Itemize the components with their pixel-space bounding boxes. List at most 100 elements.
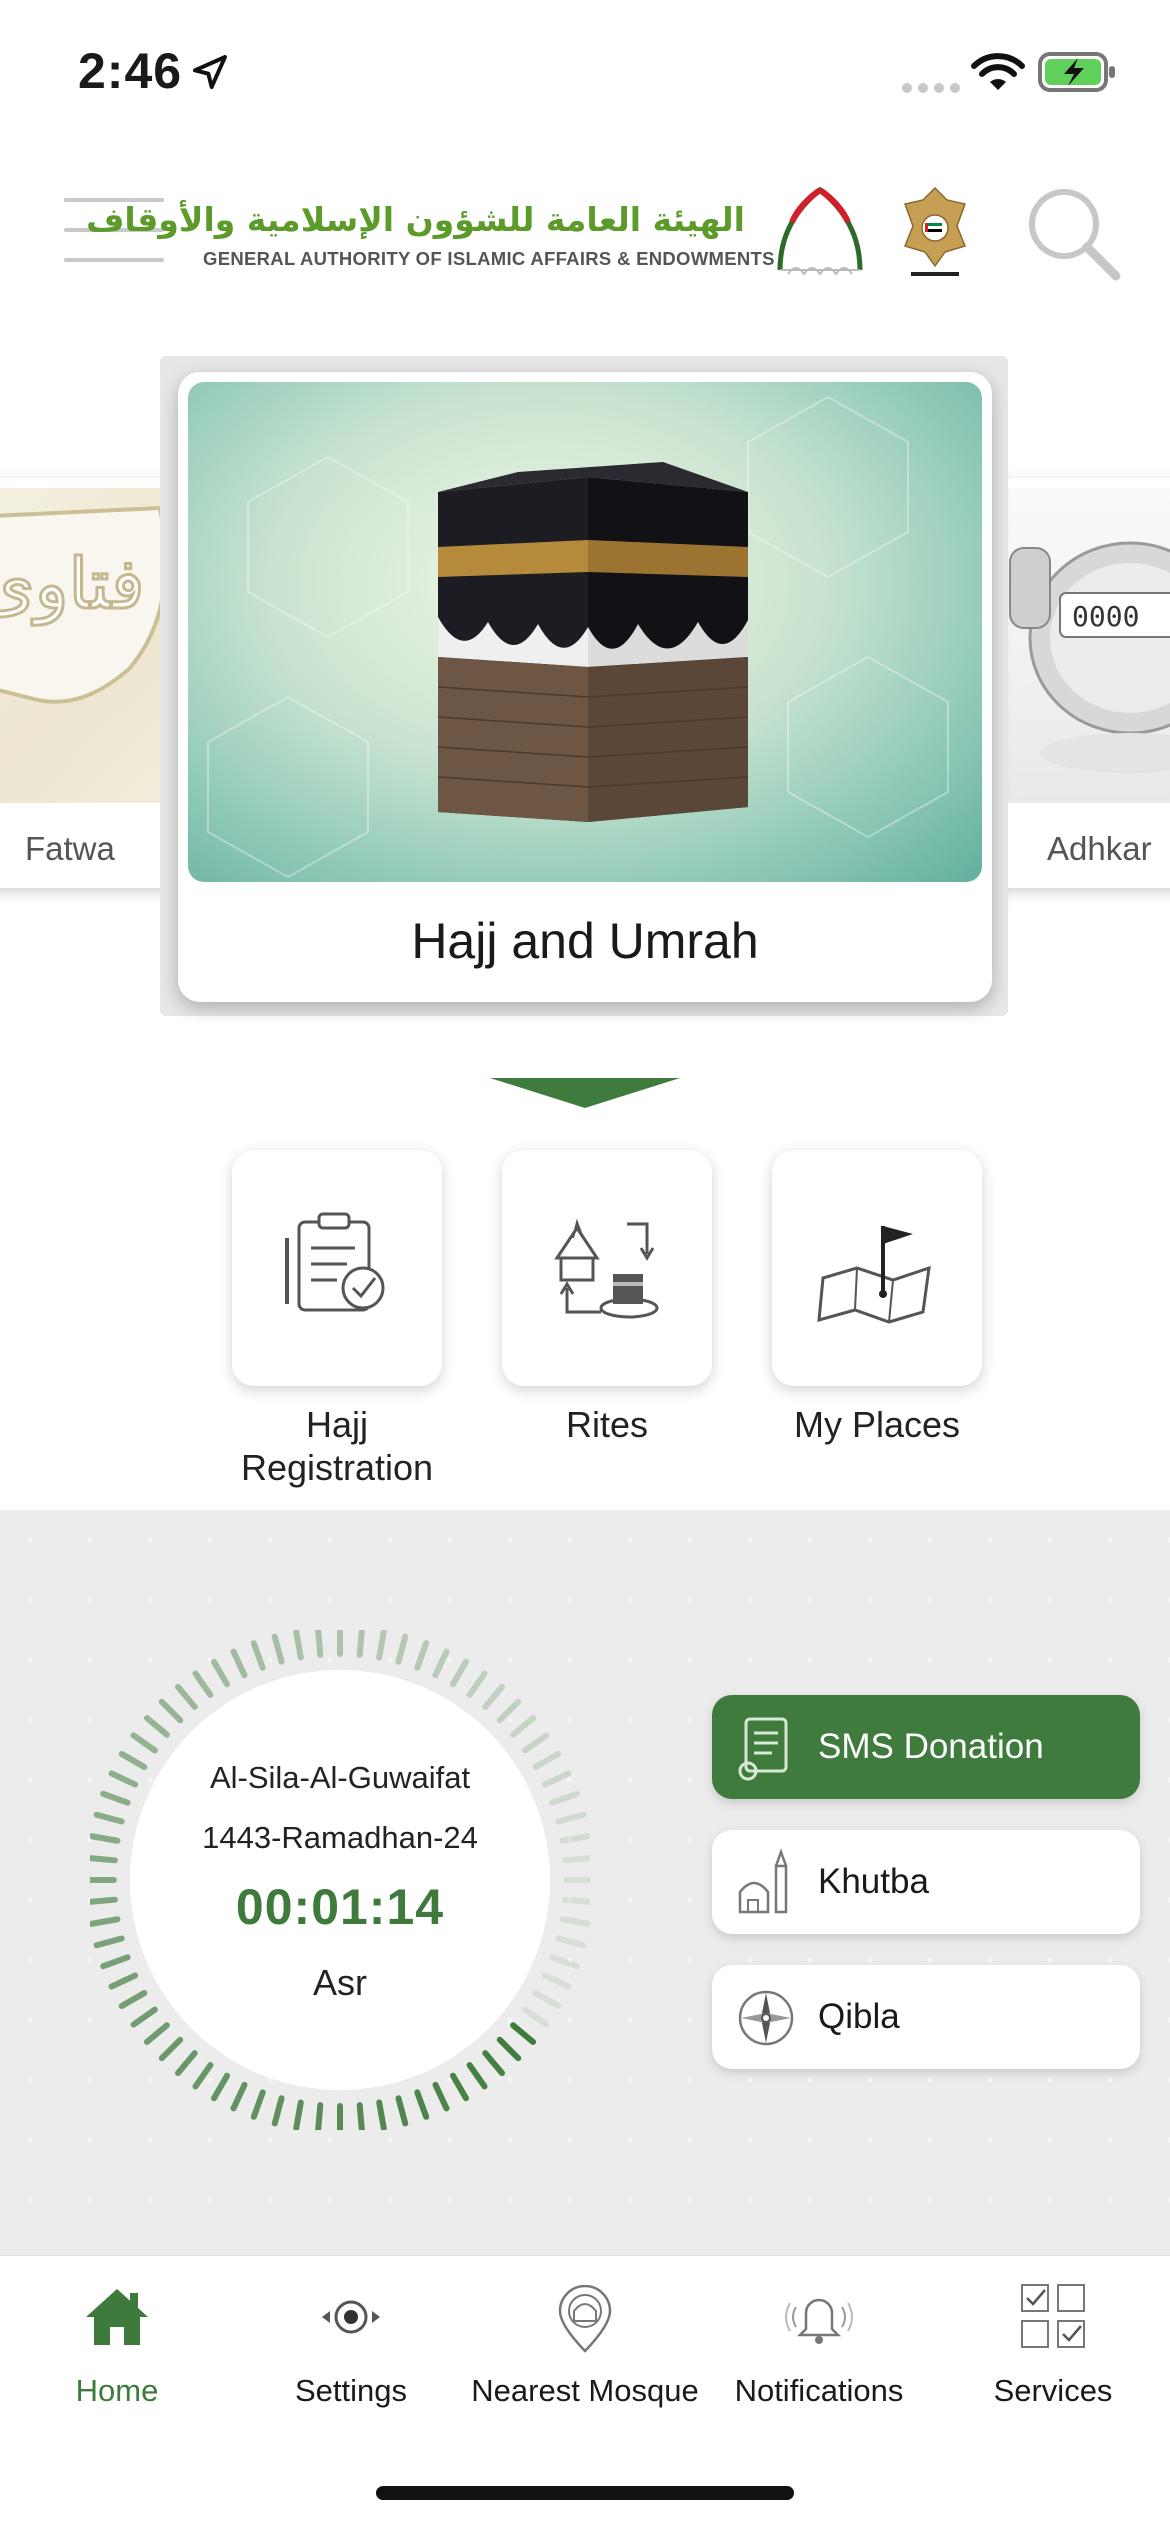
dial-tick [90, 1855, 118, 1864]
dial-tick [271, 1633, 285, 1665]
tab-notifications-label: Notifications [734, 2373, 904, 2408]
map-flag-icon [817, 1226, 931, 1324]
tab-home-label: Home [75, 2373, 159, 2408]
rites-tile[interactable] [502, 1150, 712, 1386]
dial-tick [562, 1896, 590, 1905]
dial-tick [230, 2081, 248, 2112]
dial-tick [100, 1954, 131, 1970]
dial-tick [230, 1648, 248, 1679]
rites-label: Rites [565, 1404, 649, 1445]
dial-tick [395, 1633, 409, 1665]
cellular-signal-icon [902, 80, 966, 98]
dial-tick [466, 2062, 488, 2090]
wifi-icon [971, 53, 1025, 90]
prayer-location: Al-Sila-Al-Guwaifat [209, 1760, 471, 1795]
dial-tick [211, 2072, 230, 2102]
hajj-registration-tile[interactable] [232, 1150, 442, 1386]
dial-tick [549, 1790, 580, 1806]
tab-services[interactable]: Services [936, 2255, 1170, 2425]
status-time: 2:46 [78, 43, 183, 99]
dial-tick [395, 2095, 409, 2127]
compass-icon [738, 1990, 794, 2046]
dial-tick [414, 2089, 430, 2120]
dial-tick [522, 2006, 550, 2028]
dial-tick [130, 1732, 158, 1754]
sms-donation-button[interactable]: SMS Donation [712, 1695, 1140, 1799]
fatwa-image-text: فتاوى [0, 543, 145, 626]
dial-tick [192, 1670, 214, 1698]
clipboard-check-icon [285, 1212, 385, 1312]
khutba-label: Khutba [818, 1862, 929, 1901]
dial-tick [93, 1935, 125, 1949]
tab-settings-label: Settings [294, 2373, 407, 2408]
kaaba-icon [207, 395, 949, 879]
dial-tick [250, 1640, 266, 1671]
dial-tick [315, 2102, 324, 2130]
checklist-grid-icon [1021, 2284, 1085, 2348]
qibla-button[interactable]: Qibla [712, 1965, 1140, 2069]
dial-tick [158, 1698, 184, 1724]
dial-tick [555, 1935, 587, 1949]
search-icon[interactable] [1024, 184, 1124, 284]
dial-tick [158, 2036, 184, 2062]
carousel-card-adhkar[interactable]: 0000 Adhkar [980, 478, 1170, 888]
dial-tick [555, 1811, 587, 1825]
logo-arabic-text: الهيئة العامة للشؤون الإسلامية والأوقاف [86, 200, 745, 239]
dial-tick [482, 1683, 505, 1710]
dial-tick [271, 2095, 285, 2127]
kaaba-image [188, 382, 982, 882]
tab-nearest-mosque-label: Nearest Mosque [471, 2373, 699, 2408]
dial-tick [549, 1954, 580, 1970]
authority-dome-logo-icon [777, 186, 863, 276]
dial-tick [143, 2022, 170, 2045]
prayer-name: Asr [313, 1962, 367, 2003]
sms-donation-icon [738, 1717, 788, 1781]
hajj-registration-label: Hajj Registration [187, 1403, 487, 1489]
uae-emblem-icon [903, 186, 967, 276]
rites-tent-kaaba-icon [554, 1218, 659, 1319]
dial-tick [175, 1683, 198, 1710]
dial-tick [510, 1715, 537, 1738]
dial-tick [510, 2022, 537, 2045]
dial-tick [293, 1630, 304, 1661]
dial-tick [130, 2006, 158, 2028]
dial-tick [90, 1916, 121, 1927]
mosque-pin-icon [558, 2285, 612, 2353]
dial-tick [293, 2099, 304, 2130]
dial-tick [93, 1811, 125, 1825]
tab-settings[interactable]: Settings [234, 2255, 468, 2425]
dial-tick [90, 1896, 118, 1905]
adhkar-image: 0000 [980, 488, 1170, 803]
prayer-countdown: 00:01:14 [235, 1879, 445, 1935]
dial-tick [496, 2036, 522, 2062]
carousel-label-adhkar: Adhkar [1047, 830, 1152, 867]
tab-nearest-mosque[interactable]: Nearest Mosque [468, 2255, 702, 2425]
tab-home[interactable]: Home [0, 2255, 234, 2425]
carousel-center-title: Hajj and Umrah [411, 913, 759, 969]
hajj-registration-label-line2: Registration [240, 1447, 434, 1488]
dial-tick [450, 1658, 469, 1688]
my-places-label: My Places [793, 1404, 961, 1445]
tab-notifications[interactable]: Notifications [702, 2255, 936, 2425]
home-icon [86, 2289, 148, 2345]
dial-tick [192, 2062, 214, 2090]
sms-donation-label: SMS Donation [818, 1727, 1044, 1766]
dial-tick [466, 1670, 488, 1698]
home-indicator [376, 2486, 794, 2500]
dial-tick [100, 1790, 131, 1806]
qibla-label: Qibla [818, 1997, 900, 2036]
dial-tick [143, 1715, 170, 1738]
dial-tick [315, 1630, 324, 1658]
carousel-indicator-arrow-icon [490, 1078, 680, 1108]
dial-tick [356, 2102, 365, 2130]
dial-tick [211, 1658, 230, 1688]
carousel-card-hajj-umrah[interactable]: Hajj and Umrah [178, 372, 992, 1002]
dial-tick [175, 2050, 198, 2077]
my-places-tile[interactable] [772, 1150, 982, 1386]
dial-tick [559, 1916, 590, 1927]
dial-tick [414, 1640, 430, 1671]
dial-tick [450, 2072, 469, 2102]
dial-tick [522, 1732, 550, 1754]
khutba-button[interactable]: Khutba [712, 1830, 1140, 1934]
battery-charging-icon [1038, 52, 1115, 92]
